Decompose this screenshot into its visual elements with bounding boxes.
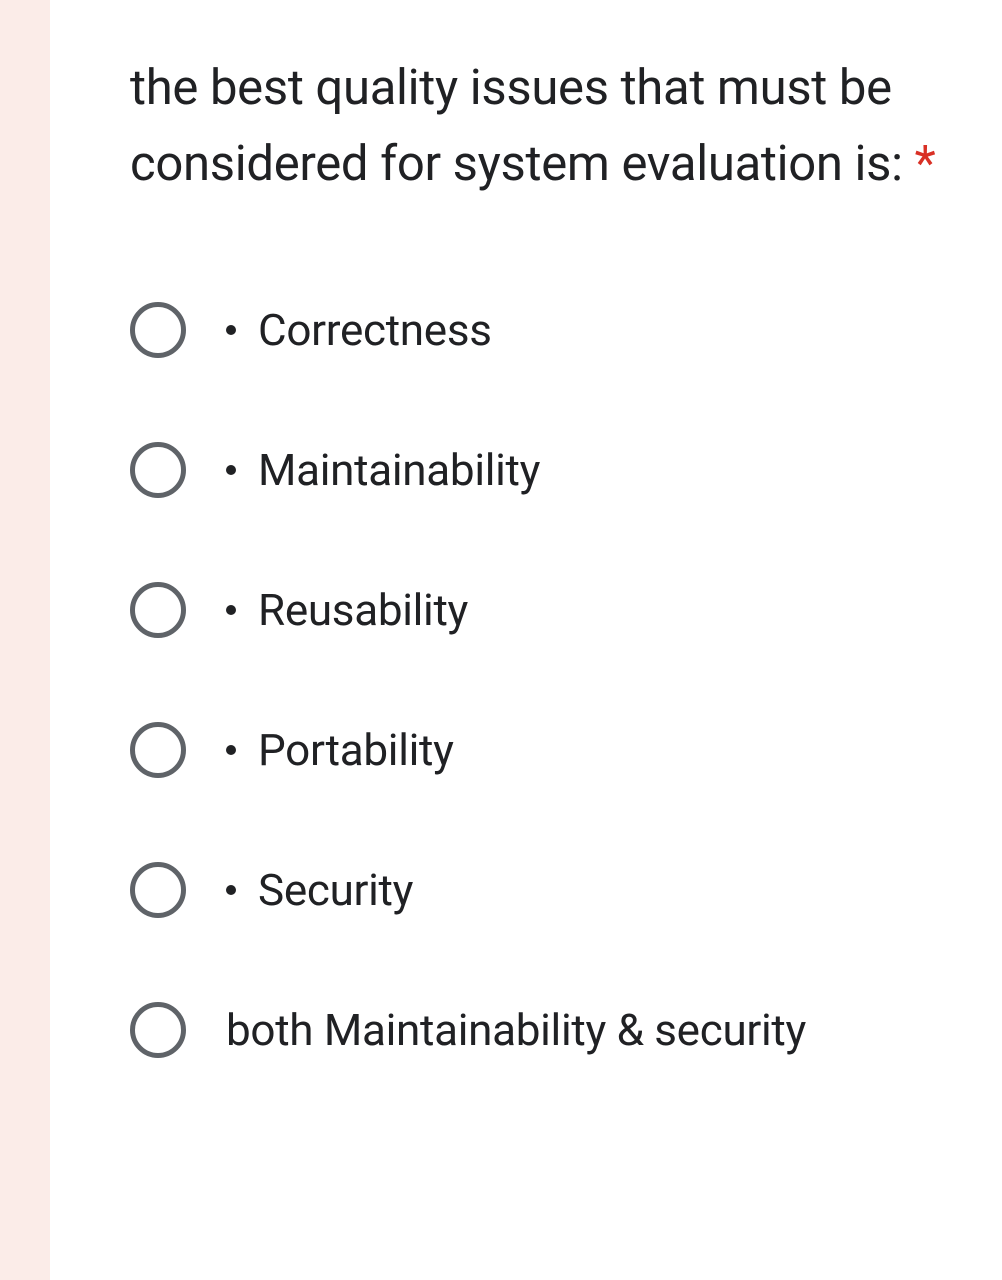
required-asterisk: * <box>915 135 936 192</box>
bullet-icon <box>226 745 236 755</box>
bullet-icon <box>226 605 236 615</box>
option-security[interactable]: Security <box>130 862 982 918</box>
option-label: Reusability <box>226 584 468 636</box>
radio-icon <box>130 442 186 498</box>
bullet-icon <box>226 325 236 335</box>
option-reusability[interactable]: Reusability <box>130 582 982 638</box>
bullet-icon <box>226 465 236 475</box>
option-text: Security <box>258 864 413 916</box>
option-both-maintainability-security[interactable]: both Maintainability & security <box>130 1002 982 1058</box>
left-accent-strip <box>0 0 50 1280</box>
question-text: the best quality issues that must be con… <box>130 50 982 202</box>
option-text: Portability <box>258 724 454 776</box>
option-text: Correctness <box>258 304 492 356</box>
option-maintainability[interactable]: Maintainability <box>130 442 982 498</box>
option-text: Maintainability <box>258 444 540 496</box>
radio-icon <box>130 862 186 918</box>
option-text: both Maintainability & security <box>226 1004 806 1056</box>
option-correctness[interactable]: Correctness <box>130 302 982 358</box>
radio-icon <box>130 722 186 778</box>
option-label: Portability <box>226 724 454 776</box>
option-portability[interactable]: Portability <box>130 722 982 778</box>
option-label: Maintainability <box>226 444 540 496</box>
bullet-icon <box>226 885 236 895</box>
option-label: both Maintainability & security <box>226 1004 806 1056</box>
radio-icon <box>130 302 186 358</box>
radio-icon <box>130 1002 186 1058</box>
radio-icon <box>130 582 186 638</box>
option-text: Reusability <box>258 584 468 636</box>
question-text-content: the best quality issues that must be con… <box>130 59 915 192</box>
option-label: Security <box>226 864 413 916</box>
question-card: the best quality issues that must be con… <box>50 0 1002 1098</box>
options-list: Correctness Maintainability Reusability … <box>130 302 982 1058</box>
option-label: Correctness <box>226 304 492 356</box>
